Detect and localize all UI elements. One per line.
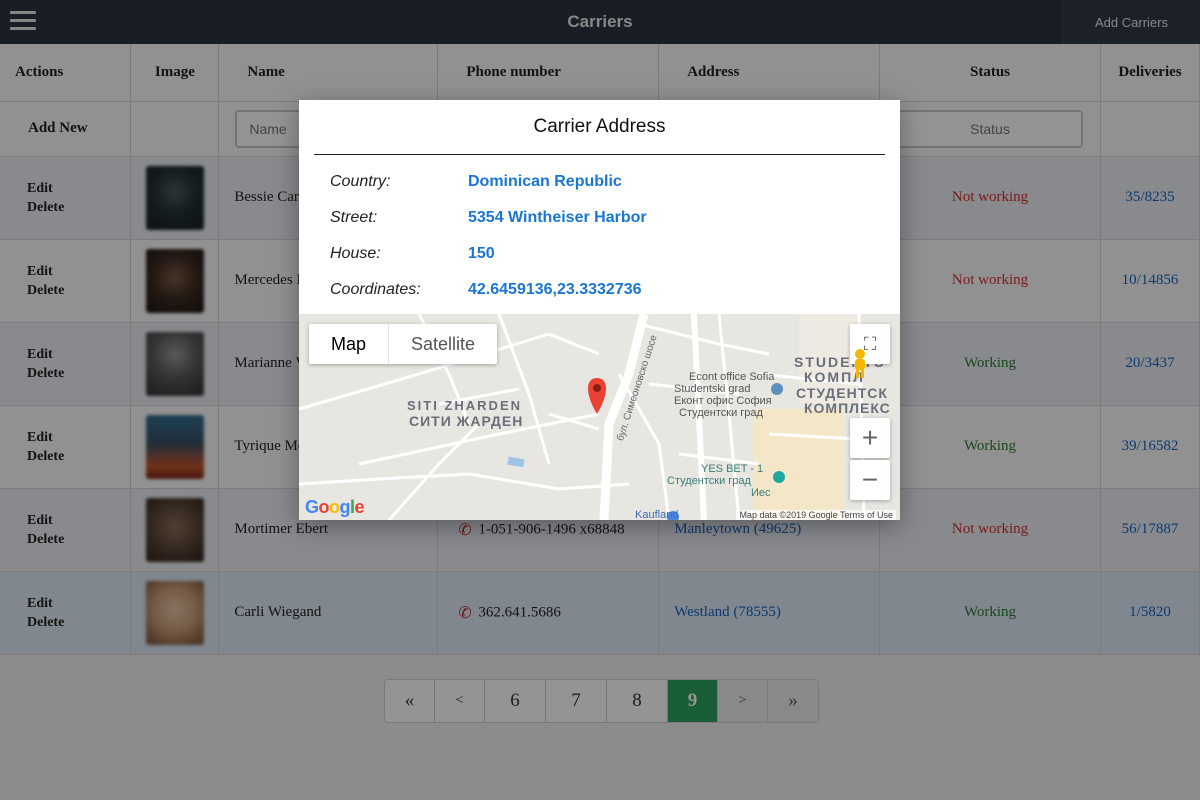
divider [314,154,885,155]
modal-title: Carrier Address [533,116,666,137]
poi-label: Иес [751,487,771,499]
map-label: СИТИ ЖАРДЕН [409,413,524,429]
zoom-in-icon[interactable]: + [850,418,890,458]
house-value: 150 [468,245,495,262]
map-view[interactable]: SITI ZHARDEN СИТИ ЖАРДЕН STUDENTS КОМПЛ … [299,314,900,520]
map-attribution[interactable]: Map data ©2019 Google Terms of Use [736,510,896,520]
map-label: КОМПЛЕКС [804,400,891,416]
street-value: 5354 Wintheiser Harbor [468,209,647,226]
poi-label: Еконт офис София [674,395,772,407]
country-label: Country: [330,173,391,190]
pegman-icon[interactable] [850,348,890,388]
carrier-address-modal: Carrier Address Country: Dominican Repub… [299,100,900,520]
zoom-out-icon[interactable]: − [850,460,890,500]
poi-label: Студентски град [667,475,751,487]
house-label: House: [330,245,381,262]
google-logo: Google [305,497,365,517]
satellite-tab[interactable]: Satellite [388,324,497,364]
poi-label: YES BET - 1 [701,463,764,475]
map-label: SITI ZHARDEN [407,398,522,413]
poi-label: Kaufland [635,509,679,520]
poi-label: Studentski grad [674,383,751,395]
street-label: Street: [330,209,378,226]
poi-label: Студентски град [679,407,763,419]
map-type-control: Map Satellite [309,324,498,364]
coordinates-value: 42.6459136,23.3332736 [468,281,642,298]
country-value: Dominican Republic [468,173,622,190]
poi-label: Econt office Sofia [689,371,775,383]
coordinates-label: Coordinates: [330,281,421,298]
map-tab[interactable]: Map [309,324,388,364]
